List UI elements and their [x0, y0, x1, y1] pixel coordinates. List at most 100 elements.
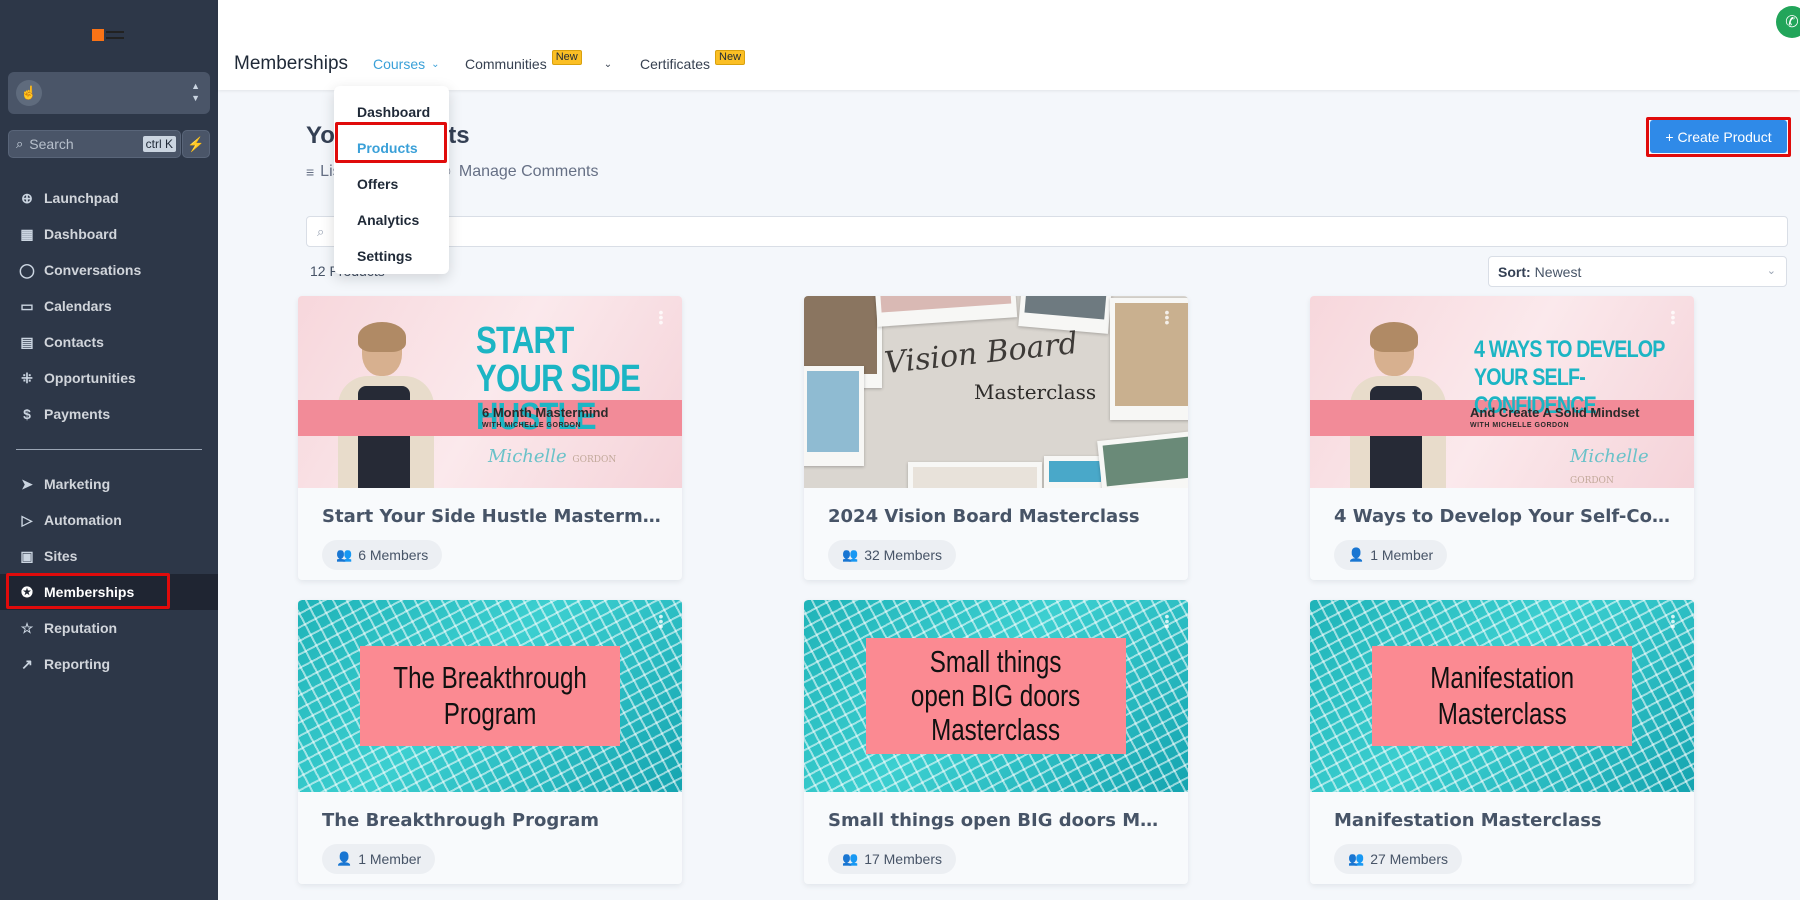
product-card[interactable]: Manifestation Masterclass • • • Manifestat…	[1310, 600, 1694, 884]
chevron-updown-icon: ▲ ▼	[191, 81, 200, 103]
sidebar-item-contacts[interactable]: ▤ Contacts	[0, 324, 218, 360]
thumbnail-subline: 6 Month Mastermind	[482, 405, 609, 420]
product-search-input[interactable]	[332, 217, 1787, 246]
product-card[interactable]: Small things open BIG doors Masterclass …	[804, 600, 1188, 884]
menu-item-analytics[interactable]: Analytics	[334, 202, 449, 238]
thumbnail-subline2: WITH MICHELLE GORDON	[482, 422, 582, 429]
more-options-icon[interactable]: • • •	[1164, 609, 1170, 633]
product-title: Manifestation Masterclass	[1334, 810, 1602, 831]
search-icon: ⌕	[317, 223, 325, 239]
quick-action-button[interactable]: ⚡	[182, 130, 210, 158]
sidebar-item-label: Conversations	[44, 262, 142, 278]
contacts-book-icon: ▤	[20, 333, 34, 350]
more-options-icon[interactable]: • • •	[1670, 305, 1676, 329]
product-title: 2024 Vision Board Masterclass	[828, 506, 1140, 527]
chevron-down-icon: ⌄	[1766, 265, 1776, 277]
members-count: 1 Member	[1370, 547, 1434, 563]
list-icon: ≡	[306, 164, 315, 180]
chevron-down-icon[interactable]: ⌄	[604, 59, 612, 70]
sidebar-item-automation[interactable]: ▷ Automation	[0, 502, 218, 538]
users-icon: 👥	[336, 547, 353, 562]
collage-photo	[1044, 456, 1106, 488]
sort-dropdown[interactable]: Sort: Newest ⌄	[1488, 256, 1787, 287]
sidebar-item-opportunities[interactable]: ⁜ Opportunities	[0, 360, 218, 396]
collage-photo	[908, 462, 1042, 488]
create-product-button[interactable]: + Create Product	[1650, 120, 1787, 153]
signature-text-2: GORDON	[1570, 476, 1614, 486]
sidebar-item-sites[interactable]: ▣ Sites	[0, 538, 218, 574]
sidebar-item-conversations[interactable]: ◯ Conversations	[0, 252, 218, 288]
members-count: 1 Member	[358, 851, 422, 867]
tab-certificates[interactable]: Certificates New	[640, 49, 746, 72]
more-options-icon[interactable]: • • •	[658, 305, 664, 329]
more-options-icon[interactable]: • • •	[1670, 609, 1676, 633]
sidebar-item-label: Payments	[44, 406, 111, 422]
tab-courses[interactable]: Courses ⌄	[373, 56, 440, 72]
sidebar-item-reputation[interactable]: ☆ Reputation	[0, 610, 218, 646]
product-thumbnail: Manifestation Masterclass • • •	[1310, 600, 1694, 792]
collage-photo	[1110, 298, 1188, 420]
sidebar-search[interactable]: ⌕ Search ctrl K	[8, 130, 181, 158]
sidebar-item-marketing[interactable]: ➤ Marketing	[0, 466, 218, 502]
sort-value: Newest	[1534, 263, 1582, 280]
sidebar-item-reporting[interactable]: ↗ Reporting	[0, 646, 218, 682]
shortcut-hint: ctrl K	[142, 136, 176, 152]
bolt-icon: ⚡	[187, 135, 205, 152]
thumbnail-signature: Michelle GORDON	[1570, 446, 1694, 488]
product-card[interactable]: The Breakthrough Program • • • The Breakth…	[298, 600, 682, 884]
subtab-manage-comments[interactable]: 🗨Manage Comments	[435, 163, 598, 181]
members-count: 32 Members	[864, 547, 942, 563]
product-thumbnail: Small things open BIG doors Masterclass …	[804, 600, 1188, 792]
phone-icon[interactable]: ✆	[1776, 6, 1800, 38]
chat-bubble-icon: ◯	[19, 261, 35, 278]
sidebar-item-calendars[interactable]: ▭ Calendars	[0, 288, 218, 324]
sidebar-item-dashboard[interactable]: ▦ Dashboard	[0, 216, 218, 252]
payments-icon: $	[23, 406, 31, 422]
product-title: The Breakthrough Program	[322, 810, 600, 831]
thumbnail-headline-box: Manifestation Masterclass	[1372, 646, 1632, 746]
more-options-icon[interactable]: • • •	[658, 609, 664, 633]
sidebar-item-label: Contacts	[44, 334, 104, 350]
pointer-click-icon: ☝	[16, 80, 42, 106]
product-card[interactable]: 4 WAYS TO DEVELOP YOUR SELF-CONFIDENCE A…	[1310, 296, 1694, 580]
sidebar-item-label: Reporting	[44, 656, 111, 672]
product-card[interactable]: Vision Board Masterclass • • • 2024 Vision…	[804, 296, 1188, 580]
product-search[interactable]: ⌕	[306, 216, 1788, 247]
menu-item-settings[interactable]: Settings	[334, 238, 449, 274]
members-count: 17 Members	[864, 851, 942, 867]
sidebar-item-label: Automation	[44, 512, 122, 528]
users-icon: 👥	[1348, 851, 1365, 866]
menu-item-dashboard[interactable]: Dashboard	[334, 94, 449, 130]
sidebar-item-payments[interactable]: $ Payments	[0, 396, 218, 432]
users-icon: 👥	[842, 547, 859, 562]
search-icon: ⌕	[16, 136, 24, 151]
more-options-icon[interactable]: • • •	[1164, 305, 1170, 329]
menu-item-products[interactable]: Products	[334, 130, 449, 166]
members-count: 27 Members	[1370, 851, 1448, 867]
sidebar-item-label: Sites	[44, 548, 78, 564]
thumbnail-subline: And Create A Solid Mindset	[1470, 405, 1640, 420]
sidebar-item-label: Memberships	[44, 584, 135, 600]
members-badge: 👤 1 Member	[322, 844, 436, 874]
members-badge: 👥 27 Members	[1334, 844, 1462, 874]
thumbnail-subline2: WITH MICHELLE GORDON	[1470, 422, 1570, 429]
new-badge: New	[715, 49, 746, 65]
subtab-label: Manage Comments	[458, 163, 599, 180]
product-title: Small things open BIG doors Mas...	[828, 810, 1168, 831]
thumbnail-headline-box: The Breakthrough Program	[360, 646, 620, 746]
user-icon: 👤	[1348, 547, 1365, 562]
agency-logo[interactable]	[92, 28, 126, 42]
location-switcher[interactable]: ☝ ▲ ▼	[8, 72, 210, 114]
dashboard-grid-icon: ▦	[20, 225, 34, 242]
sidebar-item-memberships[interactable]: ✪ Memberships	[0, 574, 218, 610]
product-card[interactable]: START YOUR SIDE HUSTLE 6 Month Mastermin…	[298, 296, 682, 580]
send-icon: ➤	[21, 475, 33, 492]
top-header: Memberships Courses ⌄ Communities New ⌄ Cer…	[218, 0, 1800, 90]
calendar-icon: ▭	[20, 297, 34, 314]
tab-communities[interactable]: Communities New ⌄	[465, 49, 612, 72]
sidebar-item-launchpad[interactable]: ⊕ Launchpad	[0, 180, 218, 216]
tab-certificates-label: Certificates	[640, 56, 711, 72]
members-badge: 👥 17 Members	[828, 844, 956, 874]
trend-icon: ↗	[21, 655, 33, 672]
menu-item-offers[interactable]: Offers	[334, 166, 449, 202]
